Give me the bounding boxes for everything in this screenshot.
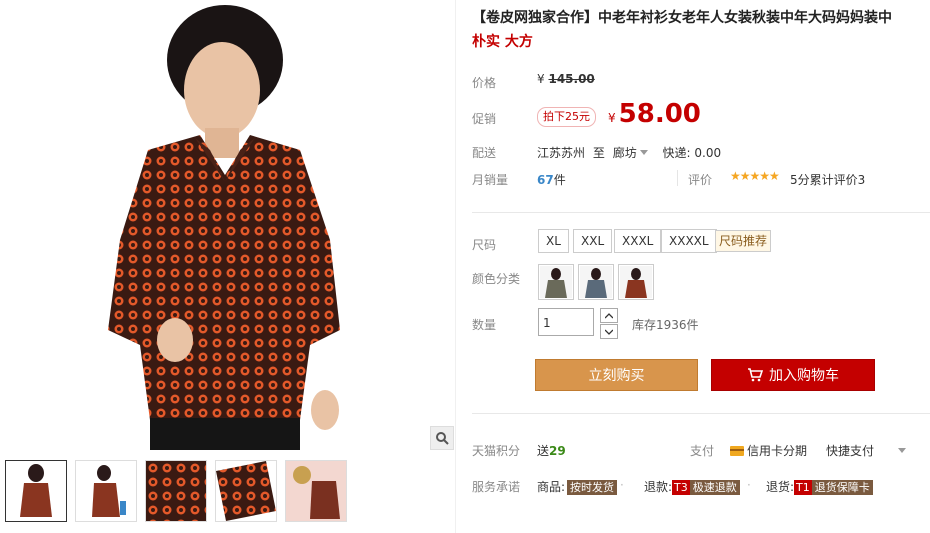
size-option-xxxl[interactable]: XXXL bbox=[614, 229, 662, 253]
credit-card-label: 信用卡分期 bbox=[747, 444, 808, 458]
thumbnail-3[interactable] bbox=[145, 460, 207, 522]
promo-badge: 拍下25元 bbox=[537, 107, 596, 127]
points-label: 天猫积分 bbox=[472, 444, 521, 458]
service-item-ontime: 商品: 按时发货 bbox=[537, 478, 618, 495]
service-tag[interactable]: 按时发货 bbox=[567, 480, 618, 495]
quantity-label: 数量 bbox=[472, 318, 497, 332]
ship-to-word: 至 bbox=[592, 146, 605, 160]
service-tag[interactable]: 极速退款 bbox=[689, 480, 740, 495]
service-prefix: 退款: bbox=[644, 480, 673, 494]
color-option-3[interactable] bbox=[618, 264, 654, 300]
divider bbox=[472, 413, 930, 414]
chevron-down-icon[interactable] bbox=[639, 150, 648, 155]
product-title: 【卷皮网独家合作】中老年衬衫女老年人女装秋装中年大码妈妈装中 bbox=[472, 10, 892, 26]
promo-price: ¥58.00 bbox=[608, 99, 701, 129]
quantity-input[interactable]: 1 bbox=[538, 308, 594, 336]
service-code: T1 bbox=[794, 480, 812, 495]
rating-text[interactable]: 5分累计评价3 bbox=[790, 171, 865, 188]
service-code: T3 bbox=[672, 480, 690, 495]
monthly-sales-label: 月销量 bbox=[472, 173, 509, 187]
currency-symbol: ¥ bbox=[537, 72, 545, 86]
monthly-sales-unit: 件 bbox=[553, 173, 566, 187]
promo-price-value: 58.00 bbox=[618, 99, 701, 129]
add-to-cart-button[interactable]: 加入购物车 bbox=[711, 359, 875, 391]
service-prefix: 商品: bbox=[537, 480, 566, 494]
service-tag[interactable]: 退货保障卡 bbox=[811, 480, 873, 495]
thumbnail-1[interactable] bbox=[5, 460, 67, 522]
cart-icon bbox=[748, 368, 763, 382]
points-prefix: 送 bbox=[537, 444, 550, 458]
zoom-icon[interactable] bbox=[430, 426, 454, 450]
shipping-fee: 快递: 0.00 bbox=[662, 146, 722, 160]
buy-now-label: 立刻购买 bbox=[588, 368, 645, 384]
payment-label: 支付 bbox=[690, 444, 715, 458]
buy-now-button[interactable]: 立刻购买 bbox=[535, 359, 698, 391]
service-prefix: 退货: bbox=[766, 480, 795, 494]
original-price: ¥ 145.00 bbox=[537, 72, 595, 86]
service-label: 服务承诺 bbox=[472, 480, 521, 494]
service-item-return: 退货: T1 退货保障卡 bbox=[766, 478, 873, 495]
stock-info: 库存1936件 bbox=[632, 318, 699, 332]
shipping-info: 江苏苏州 至 廊坊 快递: 0.00 bbox=[537, 144, 721, 161]
size-option-xxxxl[interactable]: XXXXL bbox=[661, 229, 717, 253]
original-price-value: 145.00 bbox=[548, 72, 595, 86]
product-gallery bbox=[0, 0, 455, 533]
thumbnail-2[interactable] bbox=[75, 460, 137, 522]
column-divider bbox=[455, 0, 456, 533]
size-label: 尺码 bbox=[472, 238, 497, 252]
chevron-down-icon[interactable] bbox=[898, 448, 906, 453]
divider bbox=[472, 212, 930, 213]
chevron-down-icon bbox=[605, 329, 613, 335]
size-guide-button[interactable]: 尺码推荐 bbox=[715, 230, 772, 252]
credit-card-installment[interactable]: 信用卡分期 bbox=[730, 442, 807, 459]
product-subtitle: 朴实 大方 bbox=[472, 34, 533, 50]
monthly-sales-count: 67 bbox=[537, 173, 554, 187]
credit-card-icon bbox=[730, 446, 744, 456]
quantity-increase-button[interactable] bbox=[600, 308, 618, 323]
points-value: 29 bbox=[549, 444, 566, 458]
quantity-decrease-button[interactable] bbox=[600, 324, 618, 339]
add-to-cart-label: 加入购物车 bbox=[769, 368, 839, 384]
thumbnail-5[interactable] bbox=[285, 460, 347, 522]
separator bbox=[677, 170, 678, 186]
promo-currency: ¥ bbox=[608, 111, 616, 125]
dot-separator: · bbox=[747, 478, 751, 492]
ship-destination[interactable]: 廊坊 bbox=[613, 146, 637, 160]
main-product-image[interactable] bbox=[0, 0, 455, 450]
product-details: 【卷皮网独家合作】中老年衬衫女老年人女装秋装中年大码妈妈装中 朴实 大方 价格 … bbox=[472, 0, 930, 533]
color-option-2[interactable] bbox=[578, 264, 614, 300]
model-photo bbox=[108, 5, 340, 450]
thumbnail-strip bbox=[0, 458, 455, 528]
rating-label: 评价 bbox=[688, 173, 713, 187]
rating-stars-icon: ★★★★★ bbox=[730, 169, 780, 183]
color-option-1[interactable] bbox=[538, 264, 574, 300]
service-item-refund: 退款: T3 极速退款 bbox=[644, 478, 740, 495]
size-option-xxl[interactable]: XXL bbox=[573, 229, 613, 253]
quick-pay[interactable]: 快捷支付 bbox=[826, 442, 874, 459]
dot-separator: · bbox=[620, 478, 624, 492]
price-label: 价格 bbox=[472, 76, 497, 90]
monthly-sales: 67件 bbox=[537, 171, 566, 188]
thumbnail-4[interactable] bbox=[215, 460, 277, 522]
promo-label: 促销 bbox=[472, 112, 497, 126]
ship-from: 江苏苏州 bbox=[537, 146, 586, 160]
size-option-xl[interactable]: XL bbox=[538, 229, 569, 253]
points-info: 送29 bbox=[537, 442, 566, 459]
shipping-label: 配送 bbox=[472, 146, 497, 160]
color-label: 颜色分类 bbox=[472, 272, 521, 286]
chevron-up-icon bbox=[605, 312, 613, 318]
